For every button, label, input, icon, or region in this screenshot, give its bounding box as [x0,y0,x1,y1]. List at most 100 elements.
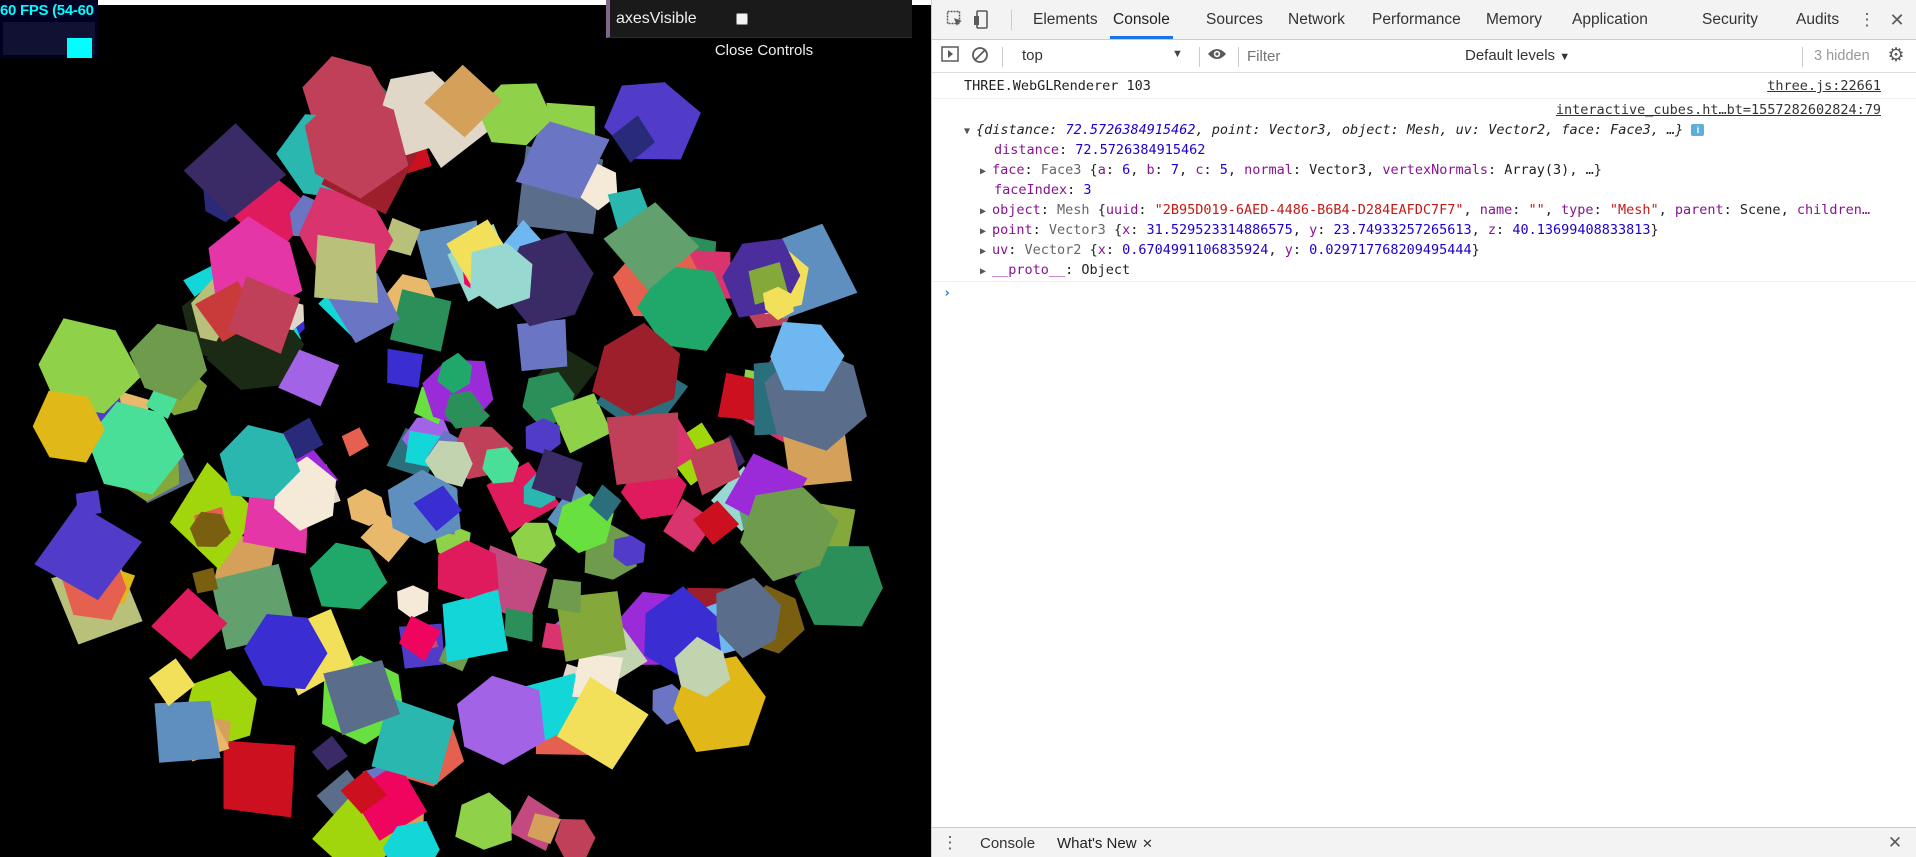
more-options-icon[interactable]: ⋮ [1857,10,1877,30]
summary-key: object [1341,122,1391,138]
face-vertex-normals: Array(3) [1504,162,1570,178]
cube-mesh[interactable] [547,578,581,614]
context-selector[interactable]: top [1022,47,1043,64]
cube-mesh[interactable] [554,819,596,857]
collapsed-triangle-icon[interactable]: ▶ [980,266,992,277]
log-levels-label: Default levels [1465,47,1556,64]
summary-key: face [1561,122,1594,138]
cube-mesh[interactable] [455,792,512,850]
face-b: 7 [1170,162,1180,178]
gui-row-axes-visible[interactable]: axesVisible [606,0,912,38]
cube-mesh[interactable] [606,412,679,485]
clear-console-icon[interactable] [970,46,990,66]
brace: { [976,122,985,138]
drawer-tab-console[interactable]: Console [980,835,1035,852]
drawer-menu-icon[interactable]: ⋮ [940,833,960,853]
cube-mesh[interactable] [309,542,388,610]
cube-mesh[interactable] [149,658,196,707]
tab-performance[interactable]: Performance [1372,0,1461,40]
console-settings-gear-icon[interactable]: ⚙ [1886,46,1906,66]
prop-uv[interactable]: ▶ uv: Vector2 {x: 0.6704991106835924, y: … [980,242,1480,258]
close-controls-button[interactable]: Close Controls [606,38,912,66]
collapsed-triangle-icon[interactable]: ▶ [980,246,992,257]
cube-mesh[interactable] [341,427,369,457]
tab-security[interactable]: Security [1702,0,1758,40]
object-uuid: "2B95D019-6AED-4486-B6B4-D284EAFDC7F7" [1154,202,1464,218]
devtools-tab-bar: Elements Console Sources Network Perform… [932,0,1916,40]
prop-distance: distance: 72.5726384915462 [994,142,1206,158]
collapsed-triangle-icon[interactable]: ▶ [980,226,992,237]
summary-key: point [1211,122,1253,138]
tab-sources[interactable]: Sources [1206,0,1263,40]
cube-mesh[interactable] [482,447,520,484]
renderer-message: THREE.WebGLRenderer 103 [964,78,1151,94]
axes-visible-checkbox[interactable] [736,12,748,25]
drawer-tab-whats-new[interactable]: What's New [1057,835,1137,852]
object-source-link[interactable]: interactive_cubes.ht…bt=1557282602824:79 [1556,102,1881,118]
prop-key: __proto__ [992,262,1066,278]
tab-console[interactable]: Console [1110,0,1173,39]
info-badge-icon[interactable]: i [1691,124,1705,136]
dat-gui-panel: axesVisible Close Controls [606,0,912,66]
prop-value: Object [1081,262,1131,278]
live-expression-eye-icon[interactable] [1207,46,1227,66]
cubes-scene[interactable] [0,5,931,857]
cube-mesh[interactable] [457,675,546,765]
cube-mesh[interactable] [397,585,429,619]
collapsed-triangle-icon[interactable]: ▶ [980,206,992,217]
point-y: 23.74933257265613 [1333,222,1472,238]
inspect-element-icon[interactable] [945,10,965,30]
cube-mesh[interactable] [387,348,424,388]
prop-proto[interactable]: ▶ __proto__: Object [980,262,1130,278]
log-levels-dropdown[interactable]: Default levels ▼ [1465,47,1570,64]
renderer-source-link[interactable]: three.js:22661 [1767,78,1881,94]
fps-graph-bar [67,38,92,58]
expanded-triangle-icon[interactable]: ▼ [964,126,976,137]
fps-stats-panel[interactable]: 60 FPS (54-60 [0,0,98,58]
face-normal: Vector3 [1309,162,1367,178]
uv-y: 0.029717768209495444 [1309,242,1472,258]
prop-point[interactable]: ▶ point: Vector3 {x: 31.529523314886575, … [980,222,1659,238]
cube-mesh[interactable] [604,82,701,160]
tab-elements[interactable]: Elements [1033,0,1098,40]
collapsed-triangle-icon[interactable]: ▶ [980,166,992,177]
filter-input[interactable] [1247,45,1452,68]
cube-mesh[interactable] [442,589,508,663]
levels-arrow-icon: ▼ [1559,51,1571,63]
cube-mesh[interactable] [154,700,221,763]
summary-value: Face3 [1610,122,1651,138]
prop-face[interactable]: ▶ face: Face3 {a: 6, b: 7, c: 5, normal: … [980,162,1602,178]
webgl-canvas[interactable] [0,5,931,857]
cube-mesh[interactable] [192,567,219,594]
uv-x: 0.6704991106835924 [1122,242,1269,258]
device-toolbar-icon[interactable] [972,10,992,30]
tab-memory[interactable]: Memory [1486,0,1542,40]
message-divider [932,281,1916,282]
prop-key: object [992,202,1041,218]
cube-mesh[interactable] [223,740,296,818]
cube-mesh[interactable] [517,319,568,372]
cube-mesh[interactable] [312,735,348,771]
console-toolbar: top ▼ Default levels ▼ 3 hidden ⚙ [932,40,1916,73]
prop-key: uv [992,242,1009,258]
show-sidebar-icon[interactable] [940,46,960,66]
prop-object[interactable]: ▶ object: Mesh {uuid: "2B95D019-6AED-4486… [980,202,1870,218]
object-parent: Scene [1739,202,1781,218]
context-dropdown-arrow-icon[interactable]: ▼ [1172,48,1183,60]
tab-audits[interactable]: Audits [1796,0,1839,40]
console-prompt-icon[interactable]: › [943,285,951,301]
close-devtools-icon[interactable]: ✕ [1887,10,1907,30]
summary-value: Mesh [1406,122,1440,138]
prop-type: Face3 [1040,162,1082,178]
tab-network[interactable]: Network [1288,0,1345,40]
summary-key: uv [1455,122,1472,138]
tab-application[interactable]: Application [1572,0,1648,40]
toolbar-separator [1238,47,1239,67]
close-tab-icon[interactable]: ✕ [1142,836,1153,852]
cube-mesh[interactable] [525,418,561,455]
close-drawer-icon[interactable]: ✕ [1885,833,1905,853]
object-type: "Mesh" [1609,202,1659,218]
cube-mesh[interactable] [504,608,533,642]
object-summary-row[interactable]: ▼ {distance: 72.5726384915462, point: Vec… [964,122,1705,138]
cube-mesh[interactable] [314,234,379,304]
